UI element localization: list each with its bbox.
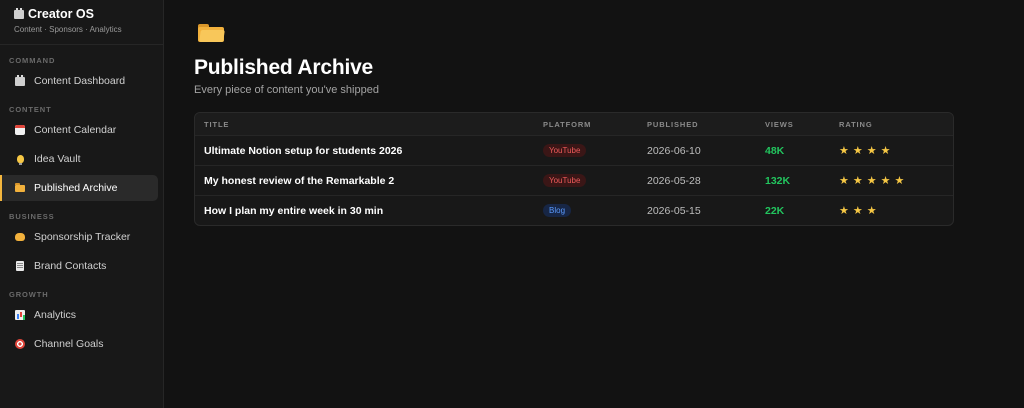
star-rating: ★★★★★ <box>839 175 909 187</box>
clapperboard-icon <box>15 74 25 86</box>
sidebar-item-brand-contacts[interactable]: Brand Contacts <box>0 253 158 279</box>
row-title[interactable]: My honest review of the Remarkable 2 <box>204 175 394 187</box>
row-published-cell: 2026-05-28 <box>638 175 756 187</box>
row-views-cell: 48K <box>756 145 830 157</box>
row-platform-cell: YouTube <box>534 144 638 157</box>
published-date: 2026-05-15 <box>647 204 701 217</box>
row-published-cell: 2026-05-15 <box>638 205 756 217</box>
clapperboard-icon <box>14 7 24 19</box>
column-header-published[interactable]: PUBLISHED <box>638 120 756 129</box>
sidebar-item-label: Published Archive <box>34 182 118 194</box>
app-root: Creator OS Content · Sponsors · Analytic… <box>0 0 1024 408</box>
sidebar-item-label: Sponsorship Tracker <box>34 231 131 243</box>
row-rating-cell: ★★★★ <box>830 144 953 157</box>
platform-badge: Blog <box>543 204 572 217</box>
section-label-content: CONTENT <box>9 105 52 114</box>
views-count: 132K <box>765 174 791 187</box>
table-row[interactable]: My honest review of the Remarkable 2 YouT… <box>195 165 953 195</box>
column-header-views[interactable]: VIEWS <box>756 120 830 129</box>
published-date: 2026-06-10 <box>647 144 701 157</box>
row-views-cell: 132K <box>756 175 830 187</box>
star-rating: ★★★ <box>839 205 881 217</box>
brand: Creator OS Content · Sponsors · Analytic… <box>0 0 163 45</box>
main-content: Published Archive Every piece of content… <box>164 0 1024 408</box>
folder-icon <box>15 182 25 193</box>
views-count: 22K <box>765 204 785 217</box>
calendar-icon <box>15 125 25 135</box>
section-label-command: COMMAND <box>9 56 56 65</box>
platform-badge: YouTube <box>543 174 587 187</box>
row-title[interactable]: How I plan my entire week in 30 min <box>204 205 383 217</box>
row-title-cell: Ultimate Notion setup for students 2026 <box>195 145 534 157</box>
archive-table: TITLE PLATFORM PUBLISHED VIEWS RATING Ul… <box>194 112 954 226</box>
row-platform-cell: Blog <box>534 204 638 217</box>
sidebar-item-label: Content Calendar <box>34 124 117 136</box>
sidebar-item-sponsorship-tracker[interactable]: Sponsorship Tracker <box>0 224 158 250</box>
views-count: 48K <box>765 144 785 157</box>
row-title[interactable]: Ultimate Notion setup for students 2026 <box>204 145 402 157</box>
table-row[interactable]: How I plan my entire week in 30 min Blog 2… <box>195 195 953 225</box>
sidebar-item-label: Content Dashboard <box>34 75 126 87</box>
sidebar-item-idea-vault[interactable]: Idea Vault <box>0 146 158 172</box>
row-rating-cell: ★★★ <box>830 204 953 217</box>
sidebar-item-channel-goals[interactable]: Channel Goals <box>0 331 158 357</box>
brand-title: Creator OS <box>28 7 94 21</box>
column-header-platform[interactable]: PLATFORM <box>534 120 638 129</box>
page-title: Published Archive <box>194 56 374 79</box>
document-icon <box>15 261 25 271</box>
row-title-cell: My honest review of the Remarkable 2 <box>195 175 534 187</box>
star-rating: ★★★★ <box>839 145 895 157</box>
sidebar-item-label: Channel Goals <box>34 338 104 350</box>
sidebar-item-label: Brand Contacts <box>34 260 107 272</box>
sidebar-item-analytics[interactable]: Analytics <box>0 302 158 328</box>
sidebar-item-content-dashboard[interactable]: Content Dashboard <box>0 68 158 94</box>
sidebar-item-content-calendar[interactable]: Content Calendar <box>0 117 158 143</box>
target-icon <box>15 339 25 349</box>
row-rating-cell: ★★★★★ <box>830 174 953 187</box>
page-subtitle: Every piece of content you've shipped <box>194 84 379 96</box>
brand-subtitle: Content · Sponsors · Analytics <box>14 25 122 34</box>
platform-badge: YouTube <box>543 144 587 157</box>
brand-title-row: Creator OS <box>14 7 151 21</box>
lightbulb-icon <box>15 154 25 165</box>
handshake-icon <box>15 232 25 242</box>
bar-chart-icon <box>15 310 25 320</box>
row-published-cell: 2026-06-10 <box>638 145 756 157</box>
table-row[interactable]: Ultimate Notion setup for students 2026 Y… <box>195 135 953 165</box>
sidebar-item-label: Analytics <box>34 309 77 321</box>
column-header-rating[interactable]: RATING <box>830 120 953 129</box>
row-platform-cell: YouTube <box>534 174 638 187</box>
folder-icon <box>198 24 225 42</box>
row-title-cell: How I plan my entire week in 30 min <box>195 205 534 217</box>
published-date: 2026-05-28 <box>647 174 701 187</box>
table-header: TITLE PLATFORM PUBLISHED VIEWS RATING <box>195 113 953 135</box>
sidebar: Creator OS Content · Sponsors · Analytic… <box>0 0 164 408</box>
section-label-growth: GROWTH <box>9 290 49 299</box>
sidebar-item-published-archive[interactable]: Published Archive <box>0 175 158 201</box>
table-body: Ultimate Notion setup for students 2026 Y… <box>195 135 953 225</box>
sidebar-item-label: Idea Vault <box>34 153 81 165</box>
section-label-business: BUSINESS <box>9 212 55 221</box>
row-views-cell: 22K <box>756 205 830 217</box>
column-header-title[interactable]: TITLE <box>195 120 534 129</box>
